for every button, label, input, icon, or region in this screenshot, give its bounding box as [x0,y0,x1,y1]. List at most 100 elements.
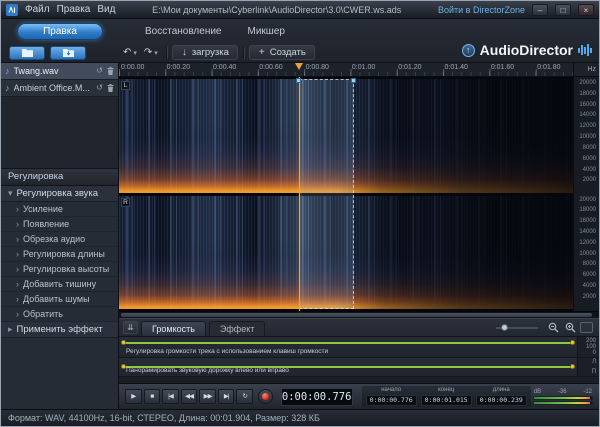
tree-item-adjust-pitch[interactable]: ›Регулировка высоты [1,262,118,277]
tab-volume[interactable]: Громкость [141,321,206,336]
selection-end-handle[interactable] [351,78,356,83]
zoom-slider[interactable] [496,327,538,329]
mode-tabs-row: Правка Восстановление Микшер [1,19,599,43]
volume-keyframe-line[interactable] [124,342,572,344]
selection-info: начало 0:00:00.776 конец 0:00:01.015 дли… [362,386,531,407]
go-to-end-button[interactable]: ▶| [218,389,235,404]
import-folder-button[interactable] [50,46,86,60]
scale-label: П [592,369,596,375]
tab-effect[interactable]: Эффект [209,321,265,336]
field-value: 0:00:00.776 [366,395,417,406]
trash-icon[interactable] [107,67,114,75]
collapse-panel-button[interactable]: ⇊ [123,321,138,334]
menu-edit[interactable]: Правка [57,4,91,15]
tree-item-insert-noise[interactable]: ›Добавить шумы [1,292,118,307]
undo-icon[interactable]: ↶ [123,47,131,58]
list-item-twang[interactable]: ♪ Twang.wav ↺ [1,63,118,80]
tab-restore[interactable]: Восстановление [145,26,222,37]
pan-track-canvas[interactable]: Панорамировать звуковую дорожку влево ил… [119,358,577,376]
redo-group: ↷ ▾ [140,47,161,58]
horizontal-scrollbar[interactable] [119,311,599,318]
playhead-marker[interactable] [295,63,303,70]
scrollbar-thumb[interactable] [121,313,592,317]
step-back-button[interactable]: ◀◀ [181,389,198,404]
create-button[interactable]: + Создать [249,45,315,60]
current-time-display: 0:00:00.776 [281,388,353,406]
chevron-right-icon: › [16,279,19,289]
tree-item-adjust-length[interactable]: ›Регулировка длины [1,247,118,262]
download-label: загрузка [192,47,229,58]
volume-track-canvas[interactable]: Регулировка громкости трека с использова… [119,337,577,357]
pan-keyframe-track: Панорамировать звуковую дорожку влево ил… [119,358,599,377]
window-title: E:\Мои документы\Cyberlink\AudioDirector… [122,5,431,15]
tree-item-insert-silence[interactable]: ›Добавить тишину [1,277,118,292]
folder-icon [22,49,33,57]
menu-file[interactable]: Файл [25,4,50,15]
meter-scale: dB -36 -12 [533,389,593,395]
menu-view[interactable]: Вид [97,4,115,15]
reload-file-icon[interactable]: ↺ [96,67,103,75]
redo-caret-icon[interactable]: ▾ [154,49,158,57]
minimize-button[interactable]: – [532,4,548,16]
tree-item-reverse[interactable]: ›Обратить [1,307,118,322]
trash-icon[interactable] [107,84,114,92]
tree-item-gain[interactable]: ›Усиление [1,202,118,217]
keyframe-dot[interactable] [121,340,126,345]
record-button[interactable] [258,389,273,404]
zoom-slider-thumb[interactable] [501,324,508,331]
level-meter: dB -36 -12 [533,389,593,405]
undo-caret-icon[interactable]: ▾ [133,49,137,57]
tab-mixer[interactable]: Микшер [248,26,285,37]
tick-label: 0:01.40 [445,64,468,71]
go-to-start-button[interactable]: |◀ [162,389,179,404]
volume-scale: 200 100 0 [577,337,599,357]
tree-group-apply-effect[interactable]: ▸ Применить эффект [1,322,118,338]
directorzone-signin-link[interactable]: Войти в DirectorZone [438,5,525,15]
field-value: 0:00:01.015 [421,395,472,406]
adjust-panel-header: Регулировка [1,169,118,186]
tree-item-label: Обрезка аудио [23,234,85,244]
keyframe-dot[interactable] [570,340,575,345]
tick-label: 0:00.00 [121,64,144,71]
redo-icon[interactable]: ↷ [144,47,152,58]
chevron-right-icon: › [16,264,19,274]
plus-icon: + [259,47,265,58]
frequency-scale-right: 2000018000160001400012000100008000600040… [574,196,599,310]
selection-start-handle[interactable] [296,78,301,83]
list-item-ambient[interactable]: ♪ Ambient Office.M... ↺ [1,80,118,97]
zoom-in-icon[interactable] [563,321,577,334]
tree-item-trim-audio[interactable]: ›Обрезка аудио [1,232,118,247]
music-note-icon: ♪ [5,83,10,93]
timeline-ruler[interactable]: 0:00.00 0:00.20 0:00.40 0:00.60 0:00.80 … [119,63,573,76]
selection-end: конец 0:00:01.015 [421,387,472,406]
tick-label: 0:00.60 [259,64,282,71]
frequency-scale-column: 2000018000160001400012000100008000600040… [573,77,599,311]
frequency-unit-label: Hz [573,63,599,76]
import-file-button[interactable] [9,46,45,60]
meter-fill [534,397,590,399]
spectrogram-area: L R 200001800016000140001200010000800060… [119,77,599,311]
time-selection-region[interactable] [299,79,354,309]
tab-edit[interactable]: Правка [17,23,103,40]
fit-to-window-icon[interactable] [580,322,593,333]
brand-block: ↑ AudioDirector [462,42,593,58]
reload-file-icon[interactable]: ↺ [96,84,103,92]
chevron-right-icon: › [16,204,19,214]
upload-directorzone-icon[interactable]: ↑ [462,44,475,57]
keyframe-dot[interactable] [570,364,575,369]
playhead-line[interactable] [299,77,300,311]
tree-item-fade[interactable]: ›Появление [1,217,118,232]
stop-button[interactable]: ■ [144,389,161,404]
close-button[interactable]: × [578,4,594,16]
tree-item-label: Появление [23,219,69,229]
tree-group-adjust-sound[interactable]: ▾ Регулировка звука [1,186,118,202]
download-button[interactable]: ↓ загрузка [172,45,238,60]
step-forward-button[interactable]: ▶▶ [199,389,216,404]
chevron-right-icon: › [16,309,19,319]
freq-label: 4000 [583,283,596,289]
zoom-out-icon[interactable] [546,321,560,334]
loop-button[interactable]: ↻ [236,389,253,404]
maximize-button[interactable]: □ [555,4,571,16]
chevron-right-icon: › [16,294,19,304]
play-button[interactable]: ▶ [125,389,142,404]
